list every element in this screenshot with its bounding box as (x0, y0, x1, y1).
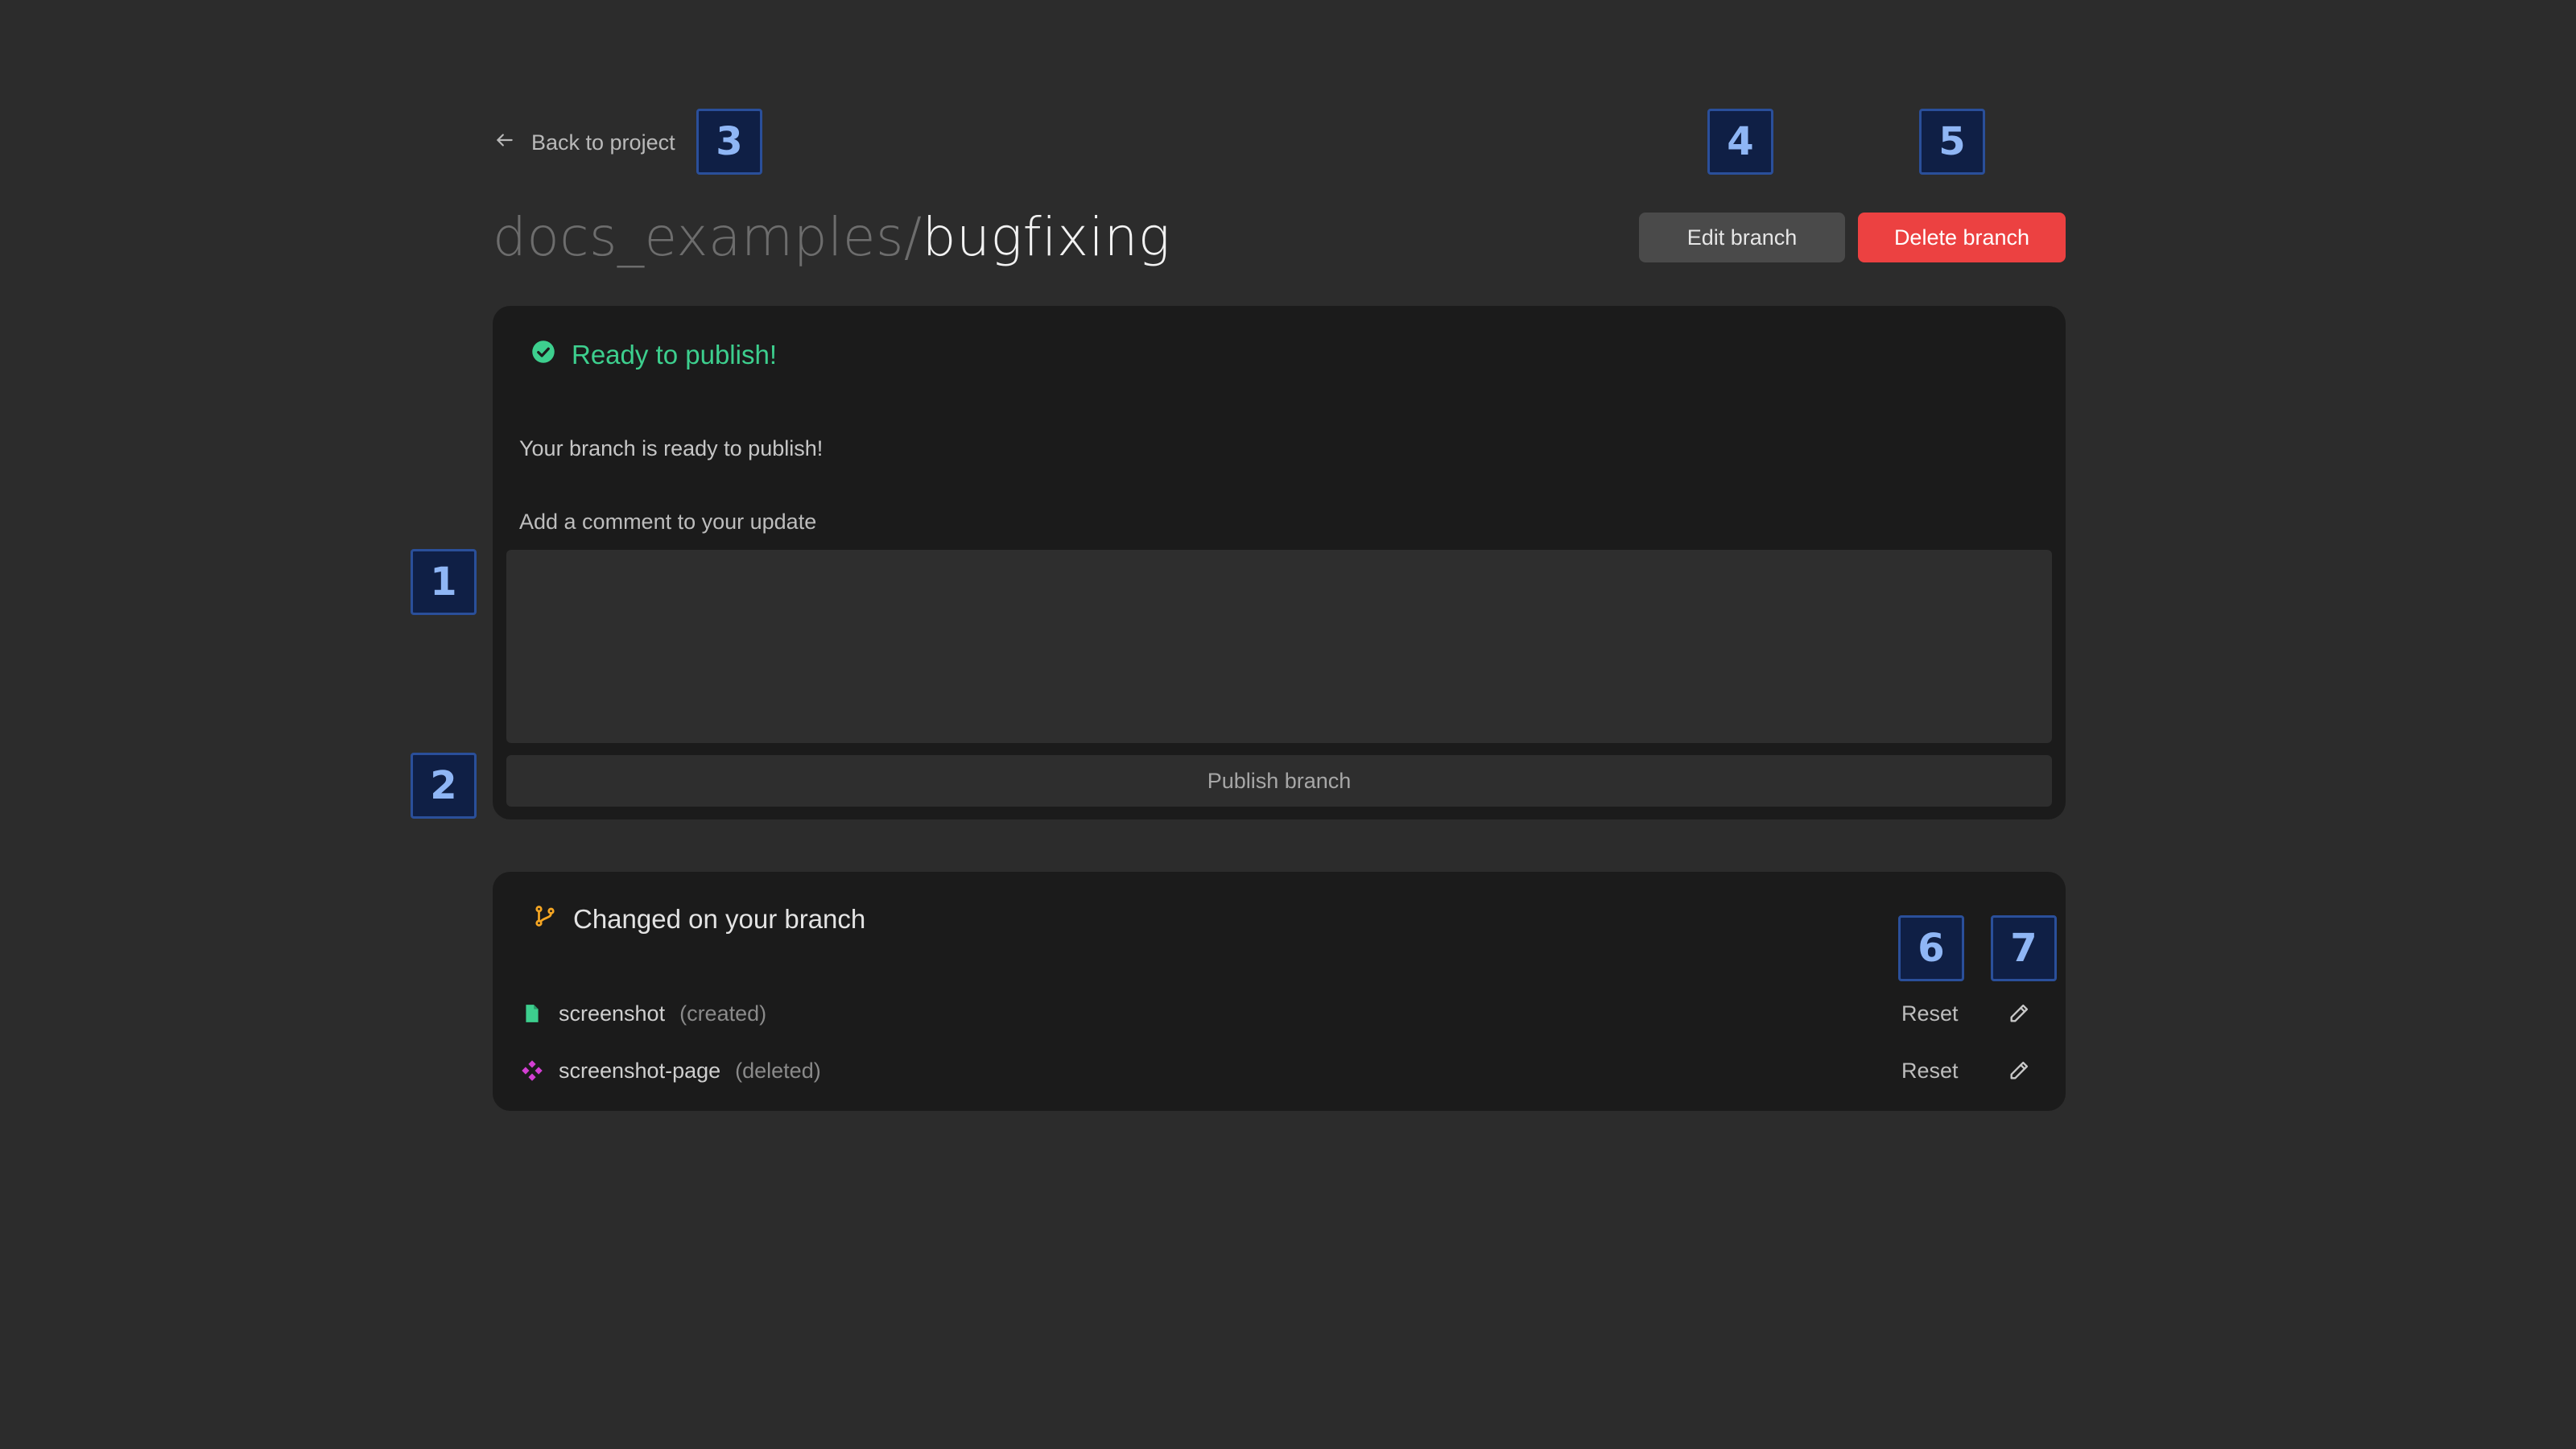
check-circle-icon (531, 340, 555, 370)
comment-textarea[interactable] (506, 550, 2052, 743)
page-title: docs_examples/bugfixing (493, 201, 1170, 274)
change-state: (deleted) (735, 1058, 821, 1083)
marker-1: 1 (411, 549, 477, 615)
marker-4: 4 (1707, 109, 1773, 175)
marker-5: 5 (1919, 109, 1985, 175)
project-name: docs_examples/ (493, 206, 923, 268)
back-to-project-link[interactable]: Back to project (494, 125, 675, 160)
arrow-left-icon (494, 130, 515, 156)
change-name[interactable]: screenshot (559, 1001, 665, 1026)
back-link-label: Back to project (531, 130, 675, 155)
changes-header: Changed on your branch (533, 904, 865, 935)
reset-button[interactable]: Reset (1901, 1001, 1959, 1026)
component-icon (520, 1059, 544, 1083)
reset-button[interactable]: Reset (1901, 1059, 1959, 1084)
pencil-icon[interactable] (2003, 997, 2035, 1030)
publish-branch-button[interactable]: Publish branch (506, 755, 2052, 807)
publish-status: Ready to publish! (531, 340, 777, 370)
delete-branch-button[interactable]: Delete branch (1858, 213, 2066, 262)
marker-7: 7 (1991, 915, 2057, 981)
publish-status-label: Ready to publish! (572, 340, 777, 369)
change-row: screenshot (created) Reset (520, 991, 2038, 1036)
pencil-icon[interactable] (2003, 1055, 2035, 1087)
change-name[interactable]: screenshot-page (559, 1059, 720, 1084)
publish-card: Ready to publish! Your branch is ready t… (493, 306, 2066, 819)
changes-card: Changed on your branch screenshot (creat… (493, 872, 2066, 1111)
marker-2: 2 (411, 753, 477, 819)
marker-3: 3 (696, 109, 762, 175)
branch-name: bugfixing (922, 206, 1170, 268)
edit-branch-button[interactable]: Edit branch (1639, 213, 1845, 262)
branch-page: Back to project docs_examples/bugfixing … (0, 0, 2576, 1449)
change-state: (created) (679, 1001, 767, 1026)
comment-label: Add a comment to your update (519, 510, 817, 534)
change-row: screenshot-page (deleted) Reset (520, 1048, 2038, 1093)
file-icon (520, 1001, 544, 1026)
git-branch-icon (533, 904, 557, 935)
publish-message: Your branch is ready to publish! (519, 436, 824, 460)
changes-title: Changed on your branch (573, 904, 866, 934)
marker-6: 6 (1898, 915, 1964, 981)
